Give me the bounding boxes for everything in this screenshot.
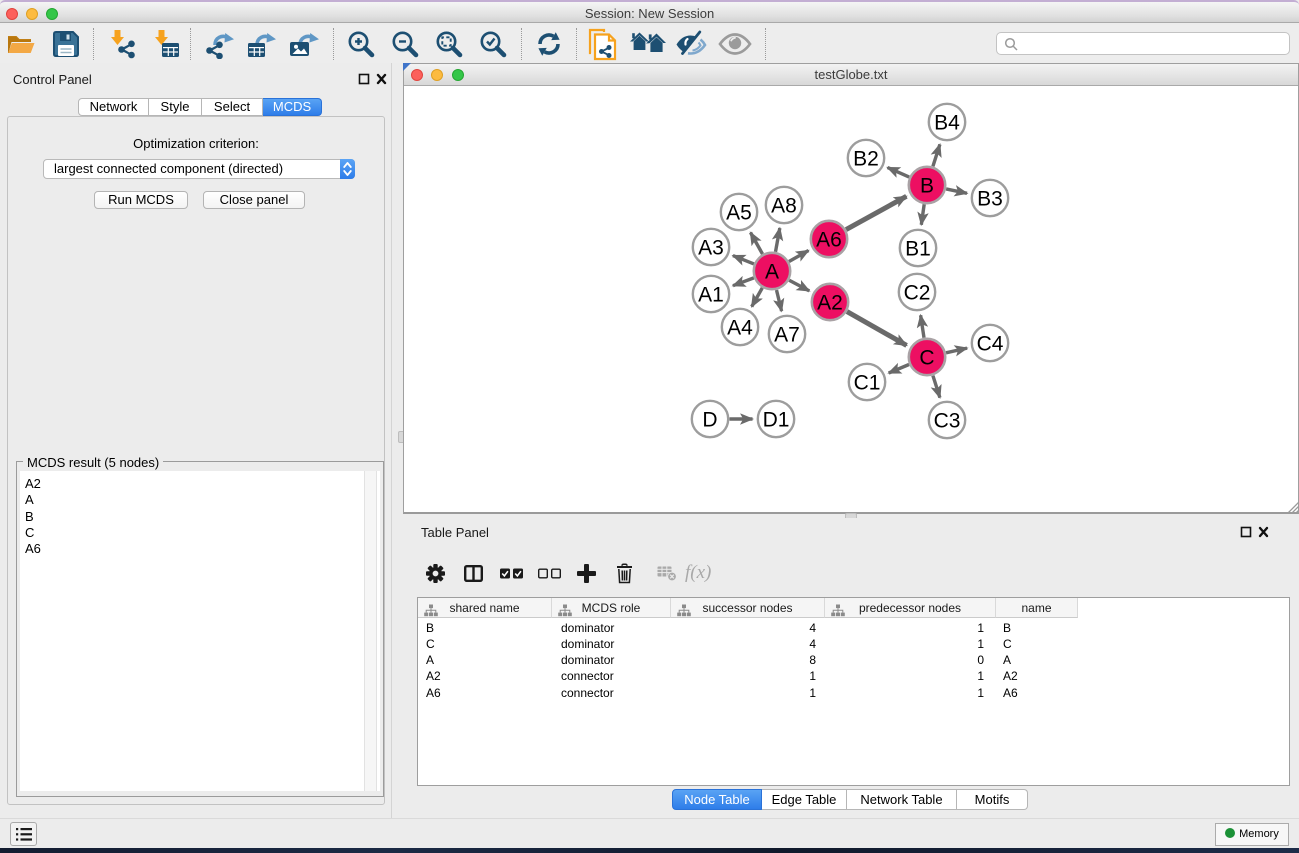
svg-text:A2: A2	[817, 292, 843, 315]
svg-text:D1: D1	[763, 409, 790, 432]
svg-text:A1: A1	[698, 284, 724, 307]
svg-text:A3: A3	[698, 237, 724, 260]
svg-text:B1: B1	[905, 238, 931, 261]
svg-text:D: D	[702, 409, 717, 432]
svg-text:A8: A8	[771, 195, 797, 218]
svg-text:B2: B2	[853, 148, 879, 171]
svg-text:C: C	[919, 347, 934, 370]
svg-text:B3: B3	[977, 188, 1003, 211]
svg-text:A5: A5	[726, 202, 752, 225]
svg-text:A4: A4	[727, 317, 753, 340]
svg-text:C3: C3	[934, 410, 961, 433]
svg-text:C4: C4	[977, 333, 1004, 356]
svg-text:B4: B4	[934, 112, 960, 135]
svg-text:C2: C2	[904, 282, 931, 305]
svg-text:A: A	[765, 261, 779, 284]
svg-text:C1: C1	[854, 372, 881, 395]
svg-text:A6: A6	[816, 229, 842, 252]
svg-text:A7: A7	[774, 324, 800, 347]
svg-text:B: B	[920, 175, 934, 198]
